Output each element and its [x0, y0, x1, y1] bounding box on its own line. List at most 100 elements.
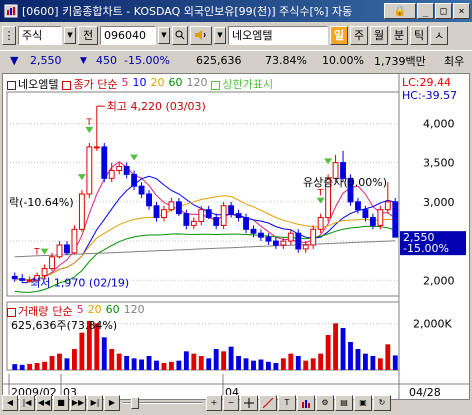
tool-settings-button[interactable]: ⚙: [316, 394, 334, 411]
ma-60[interactable]: 60: [168, 76, 182, 92]
upper-limit-marker: [40, 248, 49, 255]
period-minute-button[interactable]: 분: [390, 25, 408, 45]
extra-label: 최우: [444, 54, 465, 68]
grip-icon[interactable]: ⋮: [2, 25, 16, 45]
maximize-button[interactable]: □: [435, 3, 452, 19]
nav-stop-button[interactable]: ■: [53, 394, 69, 411]
search-button[interactable]: [172, 25, 188, 45]
volume-bar: [251, 360, 256, 370]
volume-bar: [392, 355, 398, 370]
volume-bar: [168, 361, 174, 370]
gear-icon: ⚙: [321, 398, 329, 407]
tool-chart-button[interactable]: [297, 394, 315, 411]
tool-save-button[interactable]: ▣: [354, 394, 372, 411]
annot-drop: 락(-10.64%): [9, 196, 74, 209]
annot-low: 최저 1,970 (02/19): [30, 277, 129, 290]
volume-bar: [273, 363, 279, 370]
zoom-out-button[interactable]: −: [223, 394, 239, 411]
ma-20[interactable]: 20: [150, 76, 164, 92]
candle-body: [235, 213, 242, 219]
candle-body: [93, 146, 100, 149]
period-day-button[interactable]: 일: [330, 25, 348, 45]
vol-tick-label: 2,000K: [413, 317, 452, 330]
ma-10[interactable]: 10: [132, 76, 146, 92]
symbol-checkbox[interactable]: [7, 80, 16, 90]
zoom-slider[interactable]: [123, 395, 203, 411]
speaker-dropdown-icon[interactable]: ▼: [214, 26, 226, 44]
volume-bar: [57, 353, 62, 370]
trend-marker: T: [85, 118, 92, 128]
minimize-button[interactable]: _: [417, 3, 434, 19]
candle-body: [101, 146, 108, 179]
candle-body: [116, 166, 123, 171]
nav-first-button[interactable]: |◀: [19, 394, 35, 411]
nav-prev-page-button[interactable]: ◀: [2, 394, 18, 411]
nav-forward-button[interactable]: ▶▶: [70, 394, 86, 411]
current-price: 2,550: [30, 54, 62, 67]
period-tick-button[interactable]: 틱: [410, 25, 428, 45]
chart-type-icon: [302, 399, 310, 408]
candle-body: [161, 209, 167, 219]
candle-body: [78, 193, 85, 230]
chart-panel[interactable]: 4,0003,5003,0002,5002,0002,000K2,550-15.…: [2, 73, 470, 400]
candle-body: [287, 232, 294, 242]
zoom-in-button[interactable]: +: [206, 394, 222, 411]
title-bar: [0600] 키움종합차트 - KOSDAQ 외국인보유[99(천)] 주식수[…: [0, 0, 472, 22]
nav-back-button[interactable]: ◀◀: [36, 394, 52, 411]
vol-ma-120[interactable]: 120: [124, 303, 145, 319]
code-dropdown-icon[interactable]: ▼: [158, 26, 170, 44]
ma-checkbox[interactable]: [62, 80, 72, 90]
ma-5[interactable]: 5: [121, 76, 128, 92]
volume-bar: [348, 342, 353, 370]
nav-next-button[interactable]: ▶: [104, 394, 120, 411]
nav-last-button[interactable]: ▶|: [87, 394, 103, 411]
candle-body: [146, 193, 152, 207]
code-input[interactable]: 096040: [100, 25, 156, 45]
price-chart-svg[interactable]: 4,0003,5003,0002,5002,0002,000K2,550-15.…: [3, 74, 470, 400]
candle-body: [317, 217, 324, 230]
minimize-icon: _: [422, 5, 429, 17]
period-extra-button[interactable]: ㅅ: [430, 25, 448, 45]
save-icon: ▣: [359, 398, 367, 407]
upper-limit-checkbox[interactable]: [211, 80, 221, 90]
volume-bar: [124, 356, 130, 370]
tool-line-button[interactable]: [259, 394, 277, 411]
y-tick-label: 3,000: [423, 196, 455, 209]
period-month-button[interactable]: 월: [370, 25, 388, 45]
candle-body: [168, 201, 175, 211]
prefix-button[interactable]: 전: [78, 25, 98, 45]
ma-120[interactable]: 120: [186, 76, 207, 92]
market-dropdown-icon[interactable]: ▼: [64, 26, 76, 44]
period-tick-label: 틱: [413, 29, 425, 42]
speaker-button[interactable]: [190, 25, 212, 45]
trade-amount: 1,739백만: [374, 54, 426, 68]
period-week-label: 주: [353, 29, 365, 42]
lock-button[interactable]: 🔒: [384, 3, 416, 19]
vol-checkbox[interactable]: [7, 307, 16, 317]
lc-label: LC:29.44: [402, 76, 452, 89]
period-minute-label: 분: [393, 29, 405, 42]
candle-body: [19, 278, 26, 281]
candle-body: [362, 209, 369, 219]
volume-bar: [109, 349, 115, 370]
candle-body: [56, 244, 63, 258]
tool-crosshair-button[interactable]: [240, 394, 258, 411]
volume-bar: [303, 360, 309, 370]
speaker-icon: [195, 30, 206, 40]
search-icon: [175, 30, 185, 40]
tool-text-button[interactable]: T: [278, 394, 296, 411]
close-button[interactable]: ×: [453, 3, 470, 19]
volume-bar: [340, 328, 346, 370]
period-week-button[interactable]: 주: [350, 25, 368, 45]
candle-body: [71, 228, 78, 254]
market-select[interactable]: 주식: [18, 25, 62, 45]
candle-body: [86, 146, 93, 195]
prefix-label: 전: [82, 29, 94, 42]
volume-bar: [154, 360, 159, 370]
tool-refresh-button[interactable]: ↻: [373, 394, 391, 411]
zoom-slider-thumb[interactable]: [131, 396, 139, 409]
candle-body: [153, 205, 160, 219]
tool-print-button[interactable]: ▤: [335, 394, 353, 411]
ma-legend: 네오엠텔 종가 단순 5 10 20 60 120 상한가표시: [7, 76, 273, 92]
price-change-pct: -15.00%: [124, 54, 170, 67]
